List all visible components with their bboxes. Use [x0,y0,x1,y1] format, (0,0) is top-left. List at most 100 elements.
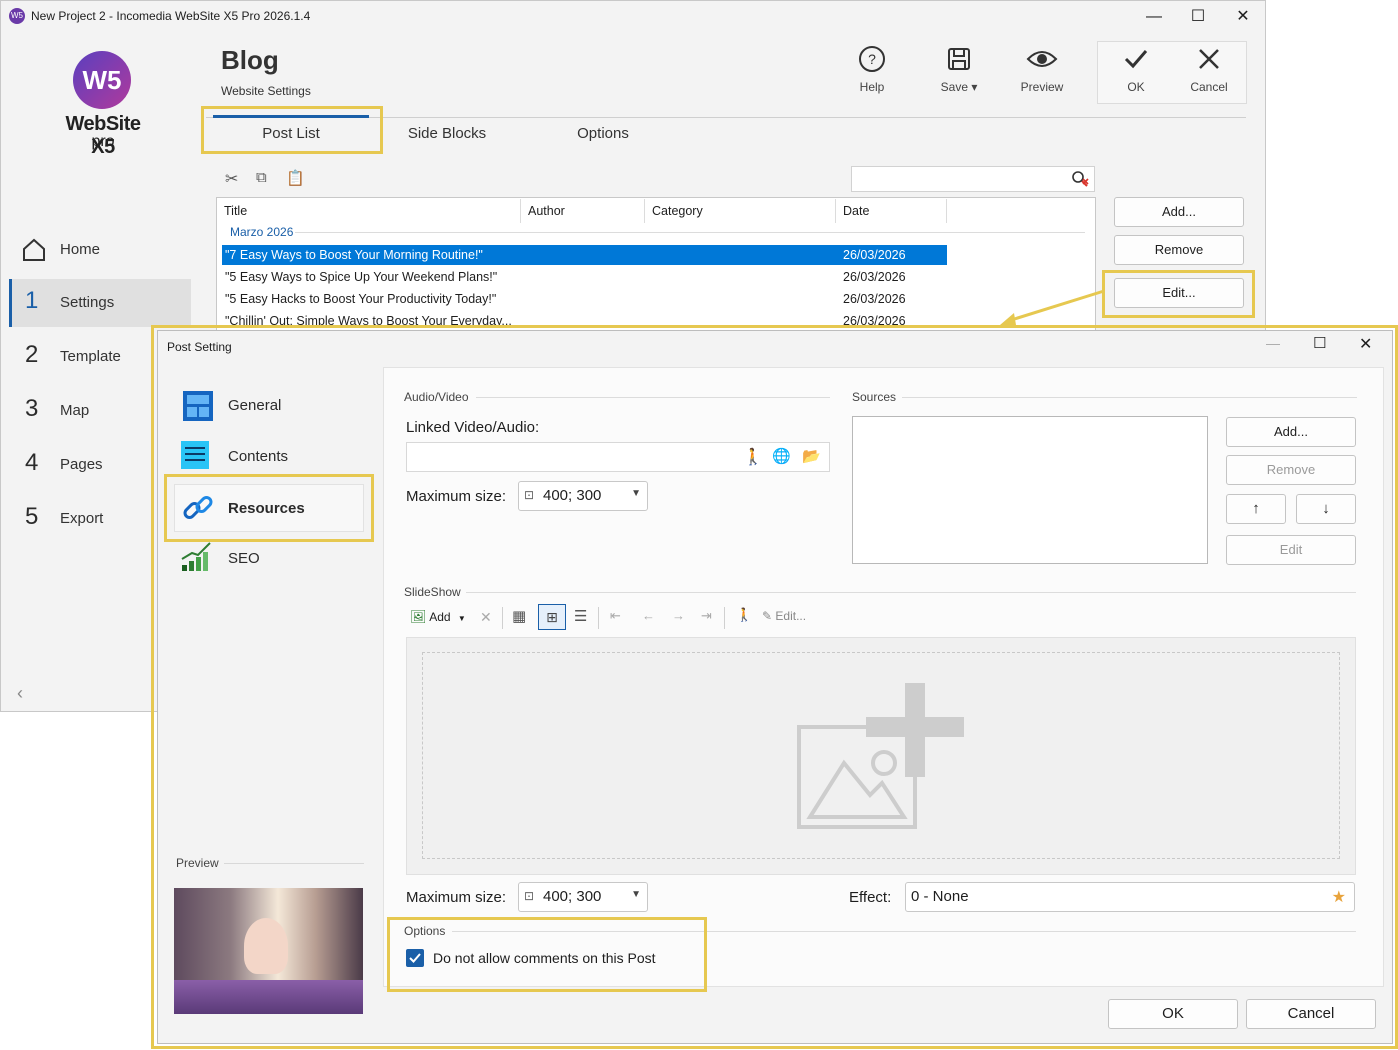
ok-button[interactable]: OK [1111,45,1161,94]
sidebar-item-number: 3 [25,395,39,422]
star-icon[interactable]: ★ [1332,887,1346,907]
linked-video-field[interactable]: 🚶 🌐 📂 [406,442,830,472]
list-view-icon[interactable]: ☰ [574,607,587,625]
column-divider [520,199,521,223]
dialog-maximize-button[interactable]: ☐ [1313,334,1326,352]
slideshow-add-button[interactable]: 🖼 Add ▼ [410,609,466,625]
seo-chart-icon [181,542,211,571]
table-row[interactable]: "Chillin' Out: Simple Ways to Boost Your… [222,311,947,331]
preview-label: Preview [176,856,219,870]
dialog-minimize-button[interactable]: — [1266,335,1280,351]
accessibility-icon[interactable]: 🚶 [743,447,763,467]
preview-button[interactable]: Preview [1015,45,1069,94]
group-header-line [295,232,1085,233]
chevron-down-icon: ▼ [631,889,641,900]
dialog-nav-label: SEO [228,550,260,567]
help-button[interactable]: ? Help [847,45,897,94]
table-row[interactable]: "5 Easy Ways to Spice Up Your Weekend Pl… [222,267,947,287]
slideshow-max-size-select[interactable]: ⊡ 400; 300 ▼ [518,882,648,912]
slideshow-max-size-label: Maximum size: [406,889,507,906]
check-icon [1124,50,1148,69]
row-date: 26/03/2026 [843,292,906,306]
page-subtitle: Website Settings [221,84,311,98]
tab-options[interactable]: Options [541,125,665,142]
slideshow-max-size-value: 400; 300 [543,888,602,905]
accessibility-icon[interactable]: 🚶 [736,607,752,623]
sidebar-item-label: Map [60,402,90,419]
no-comments-checkbox[interactable] [406,949,424,967]
sources-add-button[interactable]: Add... [1226,417,1356,447]
dialog-title: Post Setting [167,340,232,354]
add-image-placeholder-icon [797,683,964,829]
effect-field[interactable]: 0 - None ★ [905,882,1355,912]
av-max-size-value: 400; 300 [543,487,602,504]
app-logo: W5 WebSite X5 pro [53,51,153,158]
maximize-button[interactable]: ☐ [1178,5,1218,29]
no-comments-label[interactable]: Do not allow comments on this Post [433,950,656,966]
sources-move-down-button[interactable]: ↓ [1296,494,1356,524]
sidebar-item-number: 4 [25,449,39,476]
av-max-size-select[interactable]: ⊡ 400; 300 ▼ [518,481,648,511]
slideshow-edit-button[interactable]: ✎ Edit... [762,609,806,623]
sidebar-item-label: Settings [60,294,115,311]
tab-side-blocks[interactable]: Side Blocks [381,125,513,142]
effect-value: 0 - None [911,888,969,905]
sidebar-collapse-button[interactable]: ‹ [17,683,23,704]
search-input[interactable] [851,166,1095,192]
column-header-category[interactable]: Category [652,204,703,218]
cancel-button[interactable]: Cancel [1184,45,1234,94]
column-header-author[interactable]: Author [528,204,565,218]
row-title: "5 Easy Hacks to Boost Your Productivity… [225,292,497,306]
grid-small-view-icon[interactable]: ▦ [512,607,526,625]
copy-icon[interactable]: ⧉ [256,169,267,186]
table-row[interactable]: "5 Easy Hacks to Boost Your Productivity… [222,289,947,309]
dialog-nav-seo[interactable]: SEO [178,535,368,583]
sources-edit-button[interactable]: Edit [1226,535,1356,565]
checkmark-icon [409,953,421,963]
sidebar-item-settings[interactable]: 1 Settings [9,279,191,327]
dialog-ok-button[interactable]: OK [1108,999,1238,1029]
table-row[interactable]: "7 Easy Ways to Boost Your Morning Routi… [222,245,947,265]
column-divider [946,199,947,223]
move-left-icon[interactable]: ← [642,608,655,623]
cut-icon[interactable]: ✂ [225,169,238,189]
close-button[interactable]: ✕ [1223,5,1263,29]
sources-list[interactable] [852,416,1208,564]
save-button[interactable]: Save ▾ [931,45,987,94]
sources-remove-button[interactable]: Remove [1226,455,1356,485]
delete-icon[interactable]: ✕ [480,609,492,626]
folder-open-icon[interactable]: 📂 [802,447,821,465]
dialog-nav-label: Contents [228,448,289,465]
sources-move-up-button[interactable]: ↑ [1226,494,1286,524]
linked-video-label: Linked Video/Audio: [406,419,540,436]
dialog-close-button[interactable]: ✕ [1359,334,1372,354]
remove-post-button[interactable]: Remove [1114,235,1244,265]
help-label: Help [859,80,885,94]
save-icon [948,48,970,70]
effect-label: Effect: [849,889,892,906]
tab-active-underline [213,115,369,118]
move-first-icon[interactable]: ⇤ [610,608,621,624]
sidebar-item-home[interactable]: Home [9,226,191,274]
column-header-title[interactable]: Title [224,204,247,218]
row-date: 26/03/2026 [843,314,906,328]
move-last-icon[interactable]: ⇥ [701,608,712,624]
section-divider [466,592,1356,593]
paste-icon[interactable]: 📋 [286,169,305,187]
ok-label: OK [1127,80,1145,94]
move-right-icon[interactable]: → [672,608,685,623]
dialog-nav-contents[interactable]: Contents [178,433,368,481]
column-divider [835,199,836,223]
web-globe-icon[interactable]: 🌐 [772,447,791,465]
column-header-date[interactable]: Date [843,204,869,218]
edit-post-button[interactable]: Edit... [1114,278,1244,308]
dialog-nav-resources[interactable]: Resources [174,484,364,532]
dialog-cancel-button[interactable]: Cancel [1246,999,1376,1029]
tab-post-list[interactable]: Post List [211,125,371,142]
grid-medium-view-icon[interactable]: ⊞ [538,604,566,630]
minimize-button[interactable]: — [1134,5,1174,29]
search-clear-icon[interactable] [1071,170,1089,188]
row-title: "5 Easy Ways to Spice Up Your Weekend Pl… [225,270,498,284]
add-post-button[interactable]: Add... [1114,197,1244,227]
dialog-nav-general[interactable]: General [178,382,368,430]
